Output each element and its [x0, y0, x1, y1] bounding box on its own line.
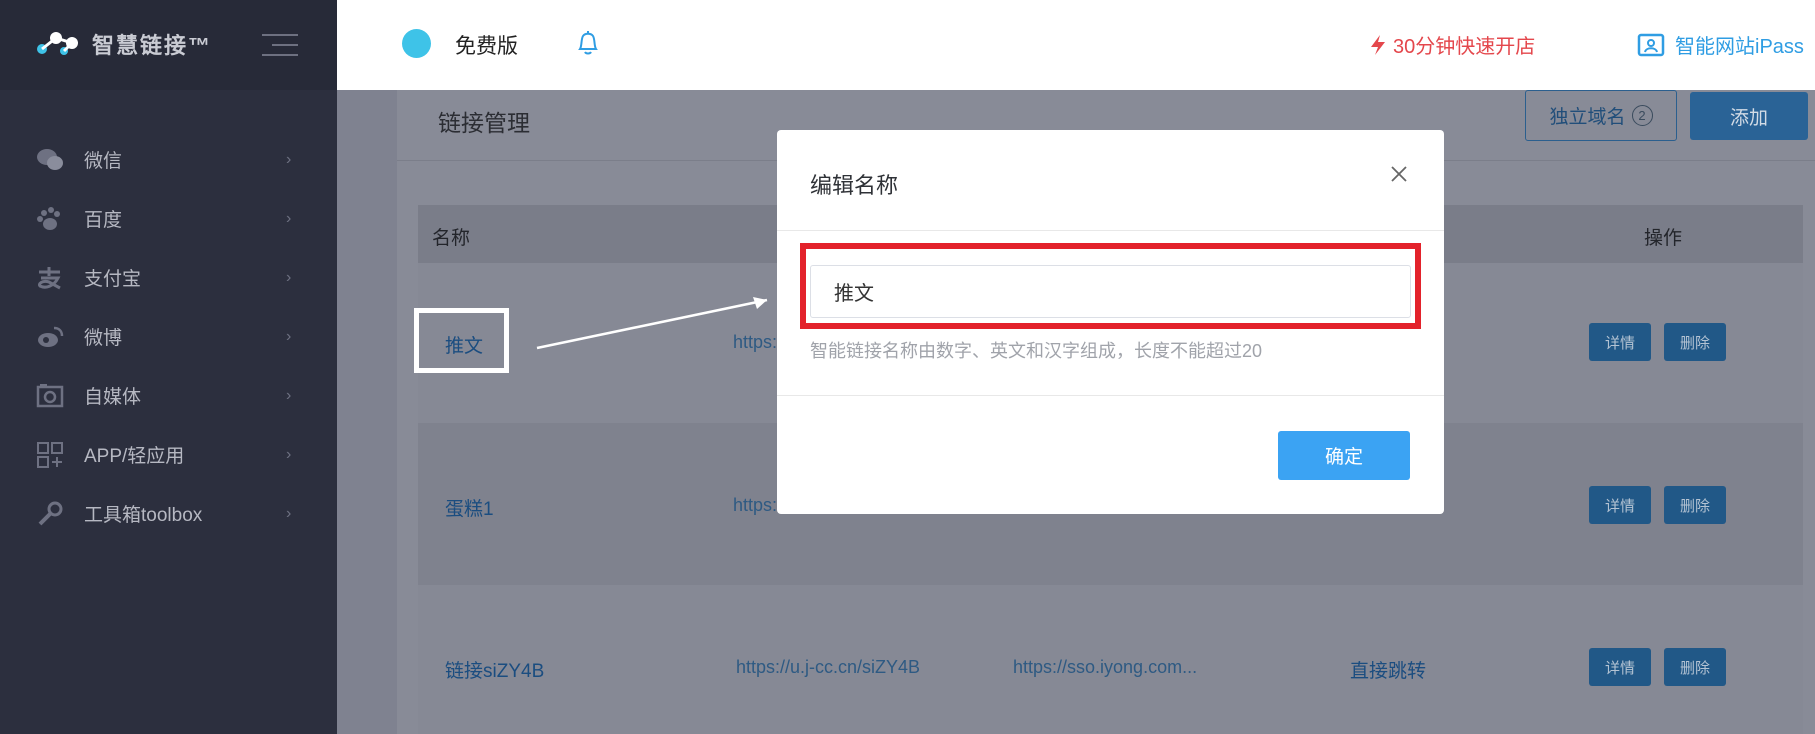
ipass-label: 智能网站iPass — [1675, 36, 1804, 58]
sidebar-item-media[interactable]: 自媒体 › — [0, 366, 337, 425]
app-grid-icon — [37, 441, 63, 468]
lightning-icon — [1371, 34, 1385, 55]
sidebar-item-label: 微信 — [84, 151, 123, 172]
chevron-right-icon: › — [286, 386, 292, 404]
sidebar-item-label: 支付宝 — [84, 269, 142, 290]
menu-toggle-icon[interactable] — [262, 34, 298, 56]
delete-button[interactable]: 删除 — [1664, 323, 1726, 361]
custom-domain-button[interactable]: 独立域名 2 — [1525, 90, 1677, 141]
detail-button[interactable]: 详情 — [1589, 486, 1651, 524]
column-header-name: 名称 — [432, 228, 471, 249]
custom-domain-label: 独立域名 — [1549, 107, 1626, 128]
sidebar-item-label: 工具箱toolbox — [84, 505, 203, 526]
chevron-right-icon: › — [286, 327, 292, 345]
row-short-url[interactable]: https: — [733, 495, 777, 516]
chevron-right-icon: › — [286, 209, 292, 227]
name-hint-text: 智能链接名称由数字、英文和汉字组成，长度不能超过20 — [810, 341, 1263, 361]
divider — [777, 395, 1444, 396]
sidebar-item-label: APP/轻应用 — [84, 446, 185, 467]
sidebar-item-app[interactable]: APP/轻应用 › — [0, 425, 337, 484]
annotation-arrow-icon — [536, 297, 768, 350]
edition-badge-icon — [402, 29, 431, 58]
sidebar-item-weibo[interactable]: 微博 › — [0, 307, 337, 366]
wechat-icon — [37, 148, 63, 170]
bell-icon[interactable] — [575, 29, 601, 57]
row-name-link[interactable]: 链接siZY4B — [445, 656, 544, 683]
chevron-right-icon: › — [286, 504, 292, 522]
row-name-link[interactable]: 蛋糕1 — [445, 494, 494, 521]
sidebar-menu: 微信 › 百度 › 支付宝 › 微博 › 自媒体 › APP/轻应用 › 工具箱… — [0, 130, 337, 543]
sidebar: 智慧链接™ 微信 › 百度 › 支付宝 › 微博 › 自媒体 › APP/轻应用… — [0, 0, 337, 734]
column-header-actions: 操作 — [1644, 228, 1683, 249]
annotation-red-box — [800, 243, 1421, 329]
edition-label[interactable]: 免费版 — [455, 30, 518, 60]
sidebar-item-label: 百度 — [84, 210, 123, 231]
logo-icon — [37, 32, 78, 55]
brand-name: 智慧链接™ — [92, 33, 213, 58]
chevron-right-icon: › — [286, 150, 292, 168]
top-header: 免费版 30分钟快速开店 智能网站iPass — [337, 0, 1815, 90]
alipay-icon — [38, 266, 61, 289]
detail-button[interactable]: 详情 — [1589, 648, 1651, 686]
domain-count-badge: 2 — [1631, 105, 1653, 126]
weibo-icon — [38, 326, 64, 347]
row-target-url[interactable]: https://sso.iyong.com... — [1013, 657, 1197, 678]
row-short-url[interactable]: https://u.j-cc.cn/siZY4B — [736, 657, 920, 678]
quick-open-store-label: 30分钟快速开店 — [1393, 36, 1536, 58]
sidebar-item-label: 微博 — [84, 328, 123, 349]
row-jump-type: 直接跳转 — [1350, 661, 1427, 682]
edit-name-dialog: 编辑名称 推文 智能链接名称由数字、英文和汉字组成，长度不能超过20 确定 — [777, 130, 1444, 514]
detail-button[interactable]: 详情 — [1589, 323, 1651, 361]
delete-button[interactable]: 删除 — [1664, 648, 1726, 686]
dialog-title: 编辑名称 — [810, 173, 899, 198]
add-button[interactable]: 添加 — [1690, 92, 1808, 140]
sidebar-item-label: 自媒体 — [84, 387, 142, 408]
sidebar-item-alipay[interactable]: 支付宝 › — [0, 248, 337, 307]
sidebar-item-wechat[interactable]: 微信 › — [0, 130, 337, 189]
delete-button[interactable]: 删除 — [1664, 486, 1726, 524]
ipass-link[interactable]: 智能网站iPass — [1637, 30, 1804, 59]
chevron-right-icon: › — [286, 268, 292, 286]
divider — [777, 230, 1444, 231]
page-title: 链接管理 — [438, 110, 530, 136]
baidu-paw-icon — [37, 206, 60, 230]
media-icon — [36, 383, 64, 407]
annotation-highlight-box — [414, 308, 509, 373]
chevron-right-icon: › — [286, 445, 292, 463]
sidebar-item-baidu[interactable]: 百度 › — [0, 189, 337, 248]
logo-area: 智慧链接™ — [0, 0, 337, 90]
quick-open-store-link[interactable]: 30分钟快速开店 — [1369, 30, 1535, 59]
sidebar-item-toolbox[interactable]: 工具箱toolbox › — [0, 484, 337, 543]
ipass-icon — [1637, 33, 1665, 56]
confirm-button[interactable]: 确定 — [1278, 431, 1410, 480]
close-icon[interactable] — [1389, 164, 1409, 184]
wrench-icon — [38, 501, 63, 525]
